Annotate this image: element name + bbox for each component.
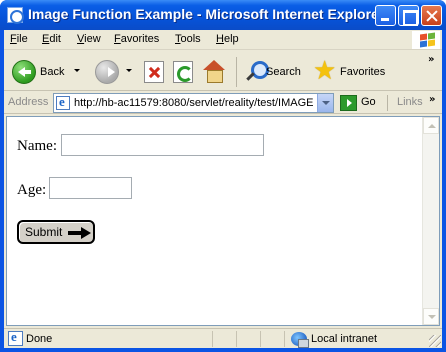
status-divider (284, 331, 285, 347)
right-arrow-icon (68, 227, 92, 239)
favorites-button-label[interactable]: Favorites (340, 66, 385, 78)
status-divider (236, 331, 237, 347)
age-input[interactable] (49, 177, 132, 199)
favorites-star-icon[interactable]: ★ (313, 58, 339, 84)
ie-icon (7, 7, 24, 24)
back-icon[interactable] (12, 60, 36, 84)
title-bar[interactable]: Image Function Example - Microsoft Inter… (0, 0, 446, 30)
menu-bar: File Edit View Favorites Tools Help (4, 30, 442, 50)
address-input[interactable]: http://hb-ac11579:8080/servlet/reality/t… (74, 97, 316, 109)
links-label[interactable]: Links (397, 96, 423, 108)
address-field[interactable]: http://hb-ac11579:8080/servlet/reality/t… (53, 93, 334, 113)
scroll-up-icon[interactable] (423, 117, 439, 134)
menu-favorites[interactable]: Favorites (114, 33, 159, 45)
address-label: Address (8, 96, 49, 108)
windows-logo-icon (412, 31, 440, 49)
back-dropdown-icon[interactable] (74, 69, 80, 72)
back-button-label[interactable]: Back (40, 66, 64, 78)
maximize-button[interactable] (398, 5, 419, 26)
status-divider (212, 331, 213, 347)
intranet-zone-icon (291, 332, 309, 348)
security-zone-text: Local intranet (311, 333, 378, 345)
refresh-icon[interactable] (173, 61, 193, 83)
address-bar: Address http://hb-ac11579:8080/servlet/r… (4, 92, 442, 114)
menu-help[interactable]: Help (216, 33, 239, 45)
forward-dropdown-icon[interactable] (126, 69, 132, 72)
standard-toolbar: Back Search ★ Favorites » (4, 51, 442, 91)
status-page-icon (8, 329, 23, 346)
go-button-label[interactable]: Go (361, 96, 376, 108)
menu-edit[interactable]: Edit (42, 33, 61, 45)
status-divider (260, 331, 261, 347)
page-icon (56, 94, 70, 110)
links-chevron-icon[interactable]: » (429, 94, 435, 105)
client-area: File Edit View Favorites Tools Help Back… (4, 30, 442, 348)
toolbar-chevron-icon[interactable]: » (428, 54, 434, 65)
age-label: Age: (17, 182, 47, 198)
go-arrow-icon[interactable] (340, 95, 357, 111)
toolbar-separator (236, 57, 237, 87)
status-bar: Done Local intranet (4, 328, 442, 348)
stop-icon[interactable] (144, 61, 164, 83)
links-separator (387, 95, 388, 111)
search-icon[interactable] (244, 59, 269, 83)
minimize-button[interactable] (375, 5, 396, 26)
browser-window: Image Function Example - Microsoft Inter… (0, 0, 446, 352)
resize-grip-icon[interactable] (429, 335, 441, 347)
page-content: Name: Age: Submit (6, 116, 440, 326)
address-dropdown-icon[interactable] (317, 94, 333, 112)
menu-view[interactable]: View (77, 33, 101, 45)
window-title: Image Function Example - Microsoft Inter… (28, 6, 385, 22)
submit-button-label: Submit (25, 225, 63, 239)
name-input[interactable] (61, 134, 264, 156)
home-icon[interactable] (203, 60, 225, 83)
menu-tools[interactable]: Tools (175, 33, 201, 45)
scroll-down-icon[interactable] (423, 308, 439, 325)
menu-file[interactable]: File (10, 33, 28, 45)
forward-icon[interactable] (95, 60, 119, 84)
search-button-label[interactable]: Search (266, 66, 301, 78)
submit-button[interactable]: Submit (17, 220, 95, 244)
close-button[interactable] (421, 5, 442, 26)
status-text: Done (26, 333, 53, 345)
name-label: Name: (17, 138, 57, 154)
vertical-scrollbar[interactable] (422, 117, 439, 325)
